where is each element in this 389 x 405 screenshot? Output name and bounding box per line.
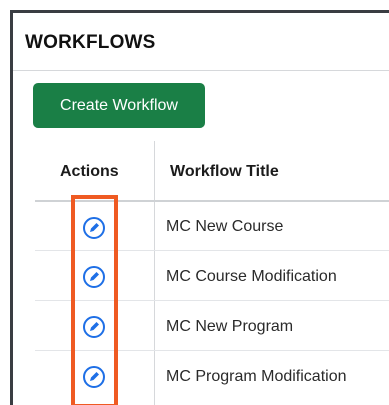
edit-icon[interactable] <box>82 365 106 389</box>
workflow-title-cell: MC Program Modification <box>166 368 347 385</box>
edit-icon[interactable] <box>82 315 106 339</box>
row-divider <box>35 250 389 251</box>
page-title: WORKFLOWS <box>25 32 156 53</box>
panel-header: WORKFLOWS <box>13 13 389 71</box>
workflows-panel: WORKFLOWS Create Workflow Actions Workfl… <box>10 10 389 405</box>
row-divider <box>35 350 389 351</box>
column-header-workflow-title: Workflow Title <box>170 163 279 180</box>
edit-icon[interactable] <box>82 216 106 240</box>
workflow-title-cell: MC Course Modification <box>166 268 337 285</box>
table-header-divider <box>35 200 389 202</box>
edit-icon[interactable] <box>82 265 106 289</box>
workflow-title-cell: MC New Program <box>166 318 294 335</box>
column-divider <box>154 141 155 405</box>
row-divider <box>35 300 389 301</box>
column-header-actions: Actions <box>60 163 119 180</box>
create-workflow-button[interactable]: Create Workflow <box>33 83 205 128</box>
workflow-title-cell: MC New Course <box>166 218 284 235</box>
